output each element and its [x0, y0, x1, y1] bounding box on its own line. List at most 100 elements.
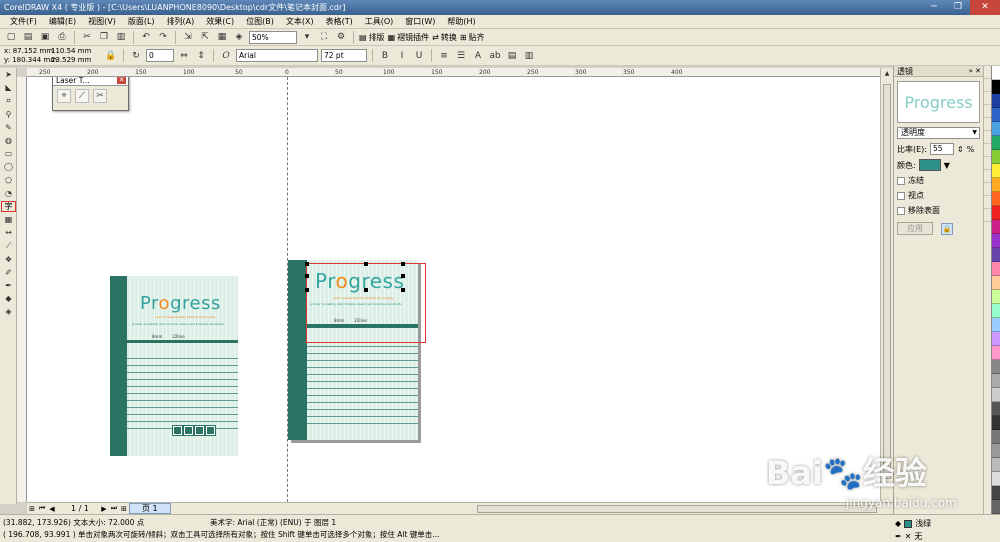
menu-file[interactable]: 文件(F)	[4, 15, 43, 29]
palette-swatch[interactable]	[992, 318, 1000, 332]
interactive-blend-icon[interactable]: ❖	[0, 253, 17, 266]
palette-swatch[interactable]	[992, 108, 1000, 122]
plugin-button[interactable]: ▦ 褶镜插件	[388, 32, 430, 43]
docker-tab[interactable]	[984, 92, 991, 105]
remove-face-checkbox[interactable]: 移除表面	[897, 205, 980, 216]
laser-mark-icon[interactable]: ⌖	[57, 89, 71, 103]
apply-button[interactable]: 应用	[897, 222, 933, 235]
launcher-icon[interactable]: ◈	[232, 30, 246, 44]
rate-input[interactable]: 55	[930, 143, 954, 155]
width-field[interactable]: 110.54 mm	[51, 47, 101, 56]
palette-swatch[interactable]	[992, 66, 1000, 80]
snap-button[interactable]: ⊞ 贴齐	[460, 32, 485, 43]
bullet-icon[interactable]: ☰	[454, 49, 468, 63]
minimize-button[interactable]: ─	[922, 0, 946, 15]
menu-tools[interactable]: 工具(O)	[359, 15, 400, 29]
save-icon[interactable]: ▣	[38, 30, 52, 44]
x-position[interactable]: x: 87.152 mm	[4, 47, 53, 56]
zoom-tool-icon[interactable]: ⚲	[0, 108, 17, 121]
align-icon[interactable]: ≡	[437, 49, 451, 63]
resize-handle[interactable]	[305, 288, 309, 292]
underline-icon[interactable]: U	[412, 49, 426, 63]
vertical-text-icon[interactable]: ▥	[522, 49, 536, 63]
palette-swatch[interactable]	[992, 430, 1000, 444]
palette-swatch[interactable]	[992, 262, 1000, 276]
vertical-scrollbar[interactable]: ▲	[880, 68, 893, 502]
fullscreen-icon[interactable]: ⛶	[317, 30, 331, 44]
lock-icon[interactable]: 🔒	[941, 222, 953, 235]
docker-tab[interactable]	[984, 131, 991, 144]
export-icon[interactable]: ⇱	[198, 30, 212, 44]
spinner-icon[interactable]: ⇕	[957, 145, 964, 154]
color-palette[interactable]	[991, 66, 1000, 514]
palette-swatch[interactable]	[992, 178, 1000, 192]
docker-tab[interactable]	[984, 66, 991, 79]
print-icon[interactable]: ⎙	[55, 30, 69, 44]
palette-swatch[interactable]	[992, 290, 1000, 304]
docker-controls-icon[interactable]: » ✕	[969, 66, 981, 77]
docker-tab[interactable]	[984, 79, 991, 92]
cut-icon[interactable]: ✂	[80, 30, 94, 44]
smart-fill-icon[interactable]: ◍	[0, 134, 17, 147]
docker-tab[interactable]	[984, 170, 991, 183]
basic-shapes-icon[interactable]: ◔	[0, 187, 17, 200]
redo-icon[interactable]: ↷	[156, 30, 170, 44]
chevron-down-icon[interactable]: ▼	[944, 161, 950, 170]
docker-tab[interactable]	[984, 209, 991, 222]
palette-swatch[interactable]	[992, 374, 1000, 388]
y-position[interactable]: y: 180.344 mm	[4, 56, 57, 65]
outline-tool-icon[interactable]: ✒	[0, 279, 17, 292]
palette-swatch[interactable]	[992, 150, 1000, 164]
menu-table[interactable]: 表格(T)	[320, 15, 359, 29]
palette-swatch[interactable]	[992, 360, 1000, 374]
mirror-v-icon[interactable]: ⇕	[194, 49, 208, 63]
palette-swatch[interactable]	[992, 80, 1000, 94]
menu-window[interactable]: 窗口(W)	[399, 15, 441, 29]
color-picker[interactable]	[918, 159, 941, 171]
resize-handle[interactable]	[305, 262, 309, 266]
zoom-select[interactable]: 50%	[249, 30, 297, 44]
menu-help[interactable]: 帮助(H)	[441, 15, 481, 29]
angle-field[interactable]: 0	[146, 49, 174, 62]
restore-button[interactable]: ❐	[946, 0, 970, 15]
viewpoint-checkbox[interactable]: 视点	[897, 190, 980, 201]
convert-button[interactable]: ⇄ 转换	[432, 32, 457, 43]
bold-icon[interactable]: B	[378, 49, 392, 63]
zoom-dropdown-icon[interactable]: ▾	[300, 30, 314, 44]
italic-icon[interactable]: I	[395, 49, 409, 63]
palette-swatch[interactable]	[992, 402, 1000, 416]
palette-swatch[interactable]	[992, 220, 1000, 234]
shape-tool-icon[interactable]: ◣	[0, 81, 17, 94]
menu-arrange[interactable]: 排列(A)	[161, 15, 201, 29]
docker-tab[interactable]	[984, 157, 991, 170]
menu-view[interactable]: 视图(V)	[82, 15, 122, 29]
menu-effects[interactable]: 效果(C)	[200, 15, 240, 29]
scroll-up-icon[interactable]: ▲	[881, 68, 893, 80]
notebook-cover-left[interactable]: Progress Learn independently Explore tho…	[110, 276, 238, 456]
resize-handle[interactable]	[401, 288, 405, 292]
typeset-button[interactable]: ▤ 排版	[359, 32, 385, 43]
palette-swatch[interactable]	[992, 94, 1000, 108]
font-select[interactable]: Arial	[236, 49, 318, 62]
close-icon[interactable]: ✕	[117, 77, 126, 84]
resize-handle[interactable]	[363, 288, 368, 292]
lock-ratio-icon[interactable]: 🔒	[104, 49, 118, 63]
palette-swatch[interactable]	[992, 206, 1000, 220]
palette-swatch[interactable]	[992, 192, 1000, 206]
text-tool-icon[interactable]: 字	[0, 200, 17, 213]
menu-edit[interactable]: 编辑(E)	[43, 15, 82, 29]
palette-swatch[interactable]	[992, 304, 1000, 318]
palette-swatch[interactable]	[992, 136, 1000, 150]
ellipse-tool-icon[interactable]: ◯	[0, 160, 17, 173]
outline-indicator[interactable]: ✒ ✕ 无	[895, 531, 931, 542]
connector-tool-icon[interactable]: ⟋	[0, 239, 17, 252]
rectangle-tool-icon[interactable]: ▭	[0, 147, 17, 160]
palette-swatch[interactable]	[992, 234, 1000, 248]
mirror-h-icon[interactable]: ⇔	[177, 49, 191, 63]
interactive-fill-icon[interactable]: ◈	[0, 305, 17, 318]
laser-line-icon[interactable]: ⟋	[75, 89, 89, 103]
menu-bitmaps[interactable]: 位图(B)	[240, 15, 280, 29]
palette-swatch[interactable]	[992, 346, 1000, 360]
table-tool-icon[interactable]: ▦	[0, 213, 17, 226]
open-file-icon[interactable]: ▤	[21, 30, 35, 44]
